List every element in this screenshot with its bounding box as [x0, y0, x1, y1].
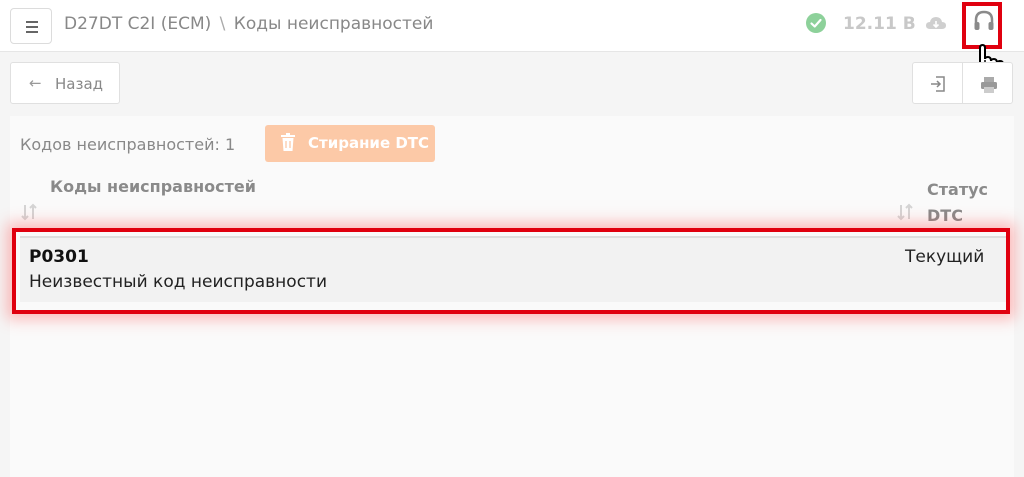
column-header-status-line1: Статус — [927, 180, 988, 199]
column-header-codes[interactable]: Коды неисправностей — [50, 177, 256, 196]
sort-icon[interactable] — [20, 202, 38, 226]
menu-button[interactable] — [10, 8, 52, 44]
headset-icon[interactable] — [973, 10, 995, 40]
voltage-readout: 12.11 В — [843, 14, 916, 34]
menu-icon — [26, 21, 38, 23]
trash-icon — [280, 133, 296, 156]
export-icon — [931, 76, 945, 92]
breadcrumb: D27DT C2I (ECM) \ Коды неисправностей — [64, 14, 433, 34]
top-header: D27DT C2I (ECM) \ Коды неисправностей 12… — [0, 0, 1024, 86]
check-circle-icon — [806, 13, 826, 33]
breadcrumb-separator: \ — [219, 14, 226, 34]
row-highlight-box — [12, 228, 1010, 314]
back-button[interactable]: ← Назад — [10, 62, 120, 104]
codes-count: Кодов неисправностей: 1 — [20, 135, 236, 154]
print-icon — [981, 77, 997, 93]
column-header-status-line2: DTC — [927, 206, 963, 225]
erase-dtc-button[interactable]: Стирание DTC — [265, 125, 435, 162]
breadcrumb-page: Коды неисправностей — [233, 14, 434, 34]
print-button[interactable] — [962, 62, 1013, 104]
breadcrumb-device[interactable]: D27DT C2I (ECM) — [64, 14, 211, 34]
export-button[interactable] — [912, 62, 963, 104]
arrow-left-icon: ← — [29, 74, 42, 92]
sort-icon[interactable] — [896, 202, 914, 226]
cloud-icon[interactable] — [925, 14, 947, 38]
back-button-label: Назад — [55, 75, 104, 93]
column-header-status[interactable]: Статус DTC — [927, 177, 988, 229]
erase-dtc-label: Стирание DTC — [308, 134, 430, 152]
